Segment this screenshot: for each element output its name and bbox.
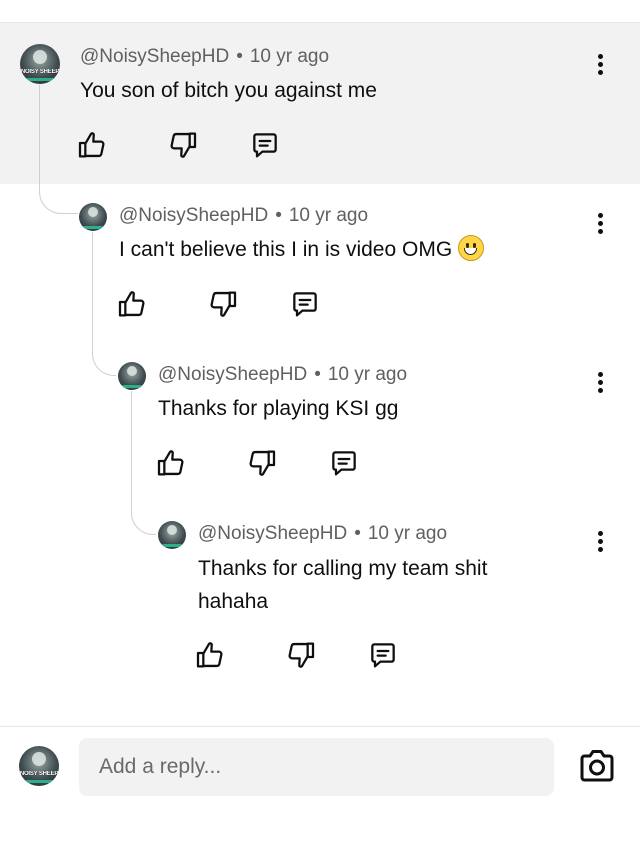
comment-meta: @NoisySheepHD • 10 yr ago	[119, 205, 368, 227]
avatar[interactable]: NOISY SHEEP	[20, 44, 60, 84]
avatar-label: NOISY SHEEP	[19, 771, 59, 778]
comment-text: You son of bitch you against me	[80, 79, 377, 102]
comment-author[interactable]: @NoisySheepHD	[119, 205, 268, 226]
reply-comment-icon[interactable]	[289, 288, 321, 320]
more-vertical-icon[interactable]	[590, 209, 610, 237]
thumbs-down-icon[interactable]	[167, 129, 199, 161]
comment-meta: @NoisySheepHD • 10 yr ago	[158, 364, 407, 386]
thumbs-down-icon[interactable]	[246, 447, 278, 479]
thumbs-up-icon[interactable]	[155, 447, 187, 479]
comment-meta: @NoisySheepHD • 10 yr ago	[198, 523, 447, 545]
thumbs-up-icon[interactable]	[116, 288, 148, 320]
comment-time: 10 yr ago	[327, 364, 408, 385]
comment-thread-page: NOISY SHEEP @NoisySheepHD • 10 yr ago You …	[0, 0, 640, 862]
comment-author[interactable]: @NoisySheepHD	[158, 364, 307, 385]
reply-bar-divider	[0, 726, 640, 727]
more-vertical-icon[interactable]	[590, 368, 610, 396]
comment-author[interactable]: @NoisySheepHD	[198, 523, 347, 544]
comment-time: 10 yr ago	[367, 523, 448, 544]
current-user-avatar[interactable]: NOISY SHEEP	[19, 746, 59, 786]
comment-text: Thanks for calling my team shit hahaha	[198, 557, 488, 613]
comment-text: I can't believe this I in is video OMG	[119, 233, 579, 266]
thumbs-up-icon[interactable]	[76, 129, 108, 161]
comment-text: Thanks for playing KSI gg	[158, 397, 399, 420]
avatar-label: NOISY SHEEP	[20, 69, 60, 76]
more-vertical-icon[interactable]	[590, 527, 610, 555]
camera-icon[interactable]	[578, 748, 616, 784]
comment-time: 10 yr ago	[288, 205, 369, 226]
grinning-face-emoji	[458, 235, 485, 261]
avatar[interactable]	[79, 203, 107, 231]
thumbs-up-icon[interactable]	[194, 639, 226, 671]
avatar[interactable]	[158, 521, 186, 549]
reply-comment-icon[interactable]	[249, 129, 281, 161]
thread-connector-line	[131, 391, 156, 535]
more-vertical-icon[interactable]	[590, 50, 610, 78]
comment-author[interactable]: @NoisySheepHD	[80, 46, 229, 67]
meta-separator: •	[275, 205, 282, 226]
reply-comment-icon[interactable]	[328, 447, 360, 479]
reply-comment-icon[interactable]	[367, 639, 399, 671]
avatar[interactable]	[118, 362, 146, 390]
comment-text-content: I can't believe this I in is video OMG	[119, 238, 453, 261]
thread-connector-line	[92, 232, 116, 376]
thread-connector-line	[39, 85, 78, 214]
meta-separator: •	[314, 364, 321, 385]
reply-input[interactable]	[79, 738, 554, 796]
meta-separator: •	[354, 523, 361, 544]
meta-separator: •	[236, 46, 243, 67]
comment-time: 10 yr ago	[249, 46, 330, 67]
comment-meta: @NoisySheepHD • 10 yr ago	[80, 46, 329, 68]
thumbs-down-icon[interactable]	[207, 288, 239, 320]
thumbs-down-icon[interactable]	[285, 639, 317, 671]
